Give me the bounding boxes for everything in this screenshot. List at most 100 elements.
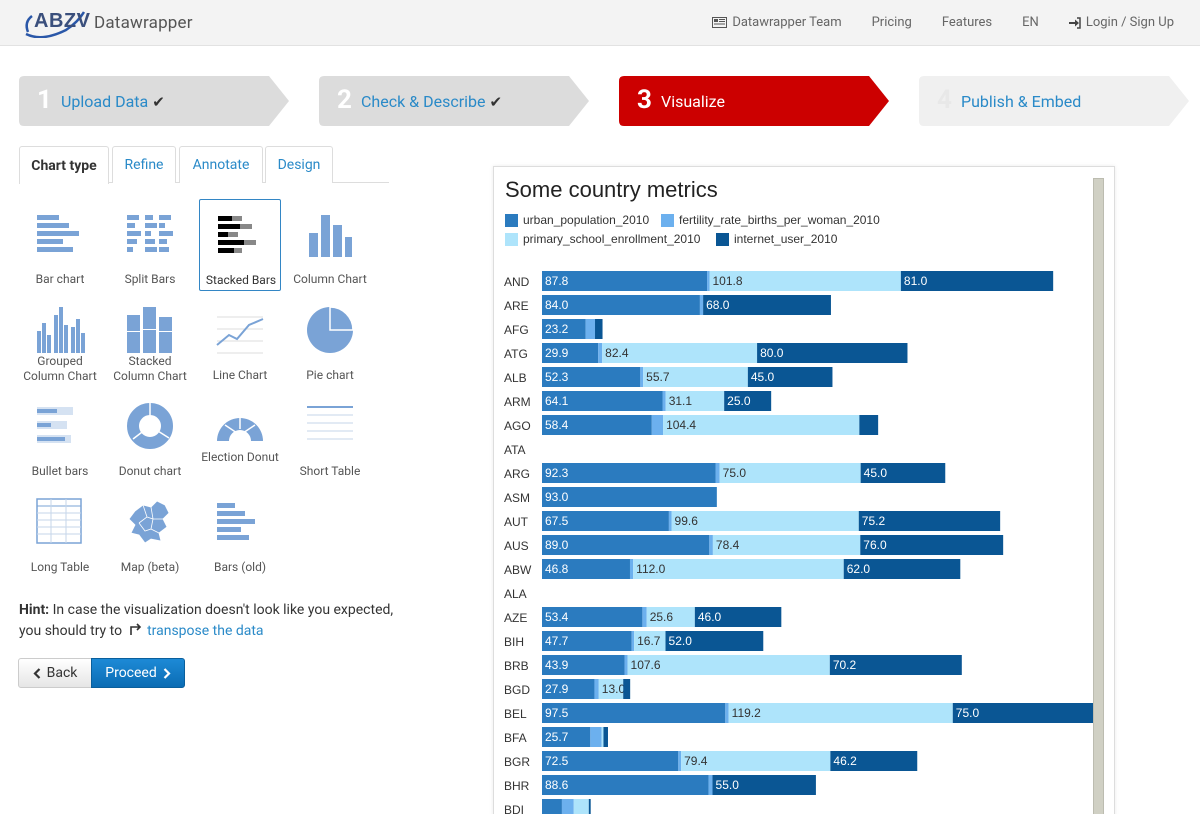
bar-value-label: 62.0	[847, 562, 871, 576]
chart-type-pie[interactable]: Pie chart	[289, 295, 371, 387]
bar-value-label: 16.7	[637, 634, 661, 648]
chart-type-label: Bullet bars	[31, 464, 89, 478]
row-label: BHR	[504, 779, 530, 793]
bar-value-label: 104.4	[666, 418, 696, 432]
bar-segment	[588, 799, 591, 814]
sidebar-tabs: Chart type Refine Annotate Design	[19, 146, 389, 184]
chart-type-label: Bar chart	[35, 272, 85, 286]
bar-value-label: 29.9	[545, 346, 569, 360]
bar-value-label: 68.0	[706, 298, 730, 312]
row-label: ALA	[504, 587, 527, 601]
bar-value-label: 58.4	[545, 418, 569, 432]
app-name[interactable]: Datawrapper	[94, 13, 193, 33]
donut-chart-icon	[127, 403, 173, 449]
row-label: AGO	[504, 419, 531, 433]
row-label: BGR	[504, 755, 530, 769]
row-label: ALB	[504, 371, 527, 385]
stacked-bar-plot: AND 87.8 101.8 81.0 ARE 84.0 68.0 AFG 23.2 ATG 29.…	[504, 271, 1094, 814]
tab-annotate[interactable]: Annotate	[179, 146, 263, 183]
step-visualize[interactable]: 3 Visualize	[619, 76, 891, 126]
chart-type-label: Long Table	[30, 560, 90, 574]
grouped-column-icon	[37, 307, 85, 353]
chart-type-grouped-column[interactable]: Grouped Column Chart	[19, 295, 101, 387]
bar-value-label: 25.0	[727, 394, 751, 408]
nav-login[interactable]: Login / Sign Up	[1068, 15, 1174, 30]
bar-value-label: 76.0	[863, 538, 887, 552]
chart-type-map[interactable]: Map (beta)	[109, 487, 191, 579]
tab-refine[interactable]: Refine	[112, 146, 176, 183]
bar-value-label: 45.0	[864, 466, 888, 480]
team-icon	[712, 17, 728, 28]
bar-segment	[590, 727, 602, 747]
hint-text: Hint: In case the visualization doesn't …	[19, 600, 399, 642]
nav-pricing[interactable]: Pricing	[872, 15, 912, 30]
chart-type-label: Line Chart	[212, 368, 268, 382]
bar-segment	[594, 679, 599, 699]
step-check-describe[interactable]: 2 Check & Describe ✔	[319, 76, 591, 126]
chart-scrollbar[interactable]	[1093, 178, 1104, 814]
back-button[interactable]: Back	[18, 658, 92, 688]
chart-type-bar[interactable]: Bar chart	[19, 199, 101, 291]
chart-type-bullet-bars[interactable]: Bullet bars	[19, 391, 101, 483]
bar-value-label: 89.0	[545, 538, 569, 552]
transpose-link[interactable]: transpose the data	[147, 623, 263, 639]
chart-type-election-donut[interactable]: Election Donut	[199, 391, 281, 483]
bar-segment	[623, 679, 631, 699]
row-label: BIH	[504, 635, 524, 649]
nav-features[interactable]: Features	[942, 15, 992, 30]
bar-segment	[699, 295, 704, 315]
chart-type-column[interactable]: Column Chart	[289, 199, 371, 291]
bar-value-label: 97.5	[545, 706, 569, 720]
bar-value-label: 25.7	[545, 730, 569, 744]
chart-type-long-table[interactable]: Long Table	[19, 487, 101, 579]
row-label: ABW	[504, 563, 532, 577]
bar-value-label: 72.5	[545, 754, 569, 768]
bar-value-label: 64.1	[545, 394, 569, 408]
step-publish-embed[interactable]: 4 Publish & Embed	[919, 76, 1191, 126]
nav-language[interactable]: EN	[1022, 15, 1039, 30]
step-number: 1	[37, 85, 52, 115]
nav-team[interactable]: Datawrapper Team	[712, 15, 842, 30]
chart-type-bars-old[interactable]: Bars (old)	[199, 487, 281, 579]
bar-value-label: 75.2	[862, 514, 886, 528]
step-upload-data[interactable]: 1 Upload Data ✔	[19, 76, 291, 126]
bar-value-label: 119.2	[732, 706, 761, 720]
step-label: Upload Data ✔	[61, 92, 165, 111]
bar-segment	[595, 319, 603, 339]
map-icon	[128, 500, 170, 544]
bar-value-label: 23.2	[545, 322, 569, 336]
chart-type-stacked-bars[interactable]: Stacked Bars	[199, 199, 281, 291]
top-navbar: ABZV Datawrapper Datawrapper Team Pricin…	[0, 0, 1200, 46]
bar-value-label: 52.3	[545, 370, 569, 384]
proceed-label: Proceed	[105, 665, 157, 681]
bar-segment	[603, 727, 608, 747]
bar-value-label: 78.4	[716, 538, 740, 552]
top-nav: Datawrapper Team Pricing Features EN Log…	[712, 15, 1174, 30]
row-label: AND	[504, 275, 530, 289]
bar-value-label: 92.3	[545, 466, 569, 480]
tab-design[interactable]: Design	[265, 146, 333, 183]
tab-chart-type[interactable]: Chart type	[19, 146, 109, 184]
chart-type-donut[interactable]: Donut chart	[109, 391, 191, 483]
proceed-button[interactable]: Proceed	[91, 658, 185, 688]
bar-value-label: 46.2	[833, 754, 857, 768]
row-label: AUT	[504, 515, 529, 529]
row-label: ARM	[504, 395, 531, 409]
bar-segment	[629, 559, 634, 579]
bar-segment	[585, 319, 596, 339]
chart-type-label: Pie chart	[306, 368, 354, 382]
bar-segment	[542, 799, 562, 814]
row-label: AFG	[504, 323, 529, 337]
nav-team-label: Datawrapper Team	[732, 15, 842, 30]
chart-type-short-table[interactable]: Short Table	[289, 391, 371, 483]
bar-segment	[651, 415, 664, 435]
chart-type-stacked-column[interactable]: Stacked Column Chart	[109, 295, 191, 387]
logo-text: ABZV	[34, 10, 91, 32]
chart-type-split-bars[interactable]: Split Bars	[109, 199, 191, 291]
bar-segment	[728, 703, 953, 723]
row-label: ARE	[504, 299, 529, 313]
chart-type-line[interactable]: Line Chart	[199, 295, 281, 387]
check-icon: ✔	[152, 93, 165, 111]
step-number: 2	[337, 85, 352, 115]
bar-value-label: 53.4	[545, 610, 569, 624]
